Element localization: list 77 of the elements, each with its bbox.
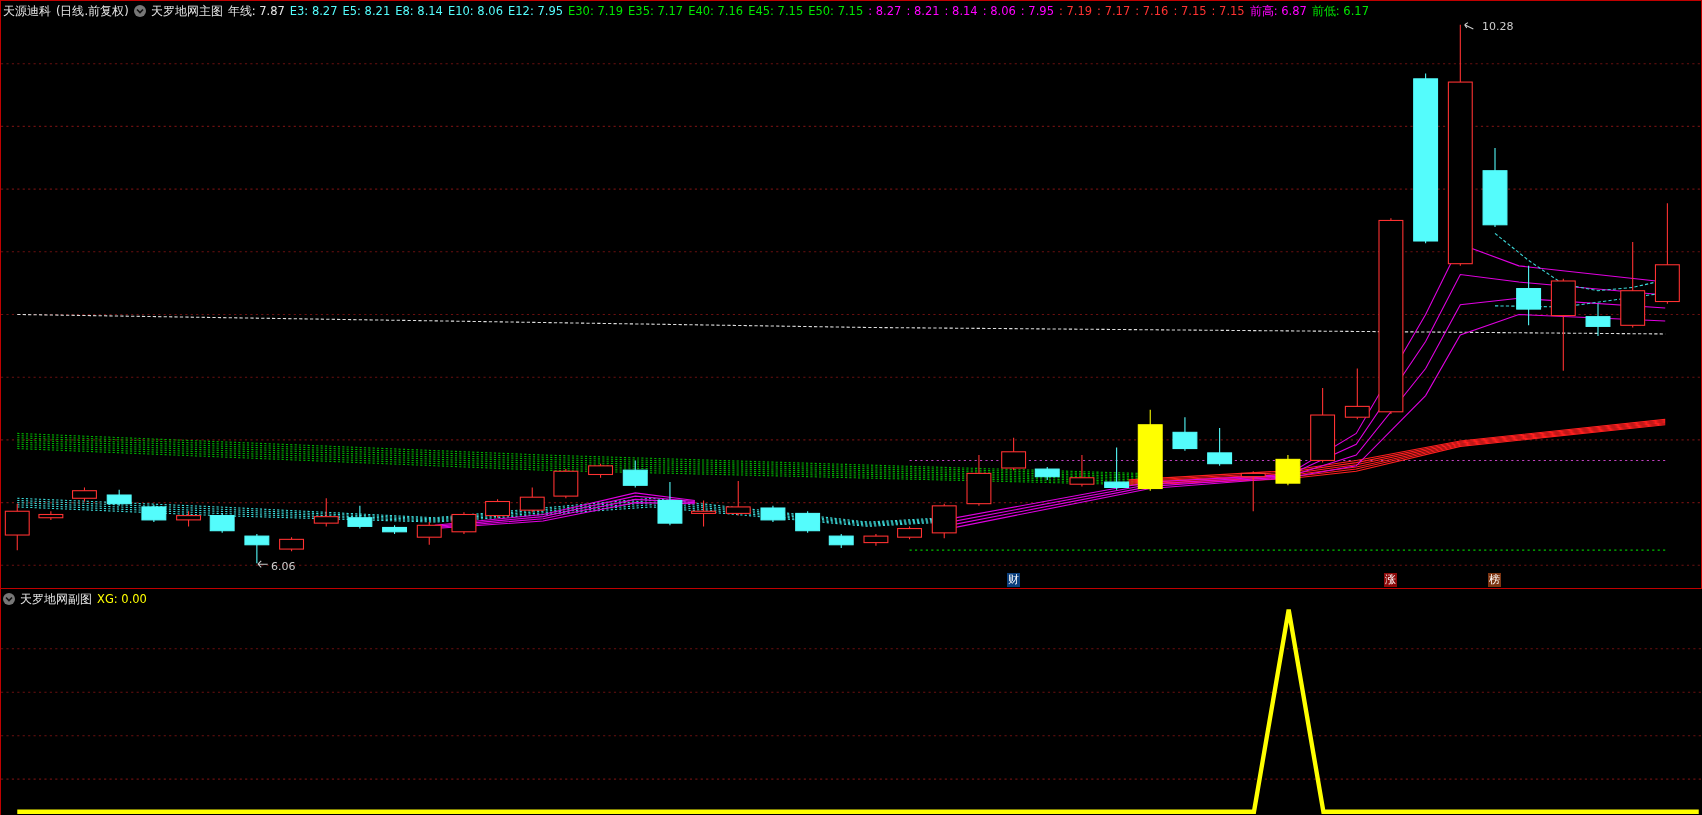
candlestick [244,533,270,564]
indicator-readout: : 8.06 [982,3,1016,19]
indicator-readout: : 7.17 [1097,3,1131,19]
event-marker[interactable]: 涨 [1383,573,1397,587]
low-price-label: 6.06 [271,560,296,574]
indicator-readout: 前低: 6.17 [1311,3,1369,19]
indicator-readout: 年线: 7.87 [227,3,285,19]
candlestick [795,510,821,534]
candlestick [931,503,957,539]
candlestick [1585,303,1611,337]
candlestick [347,505,373,530]
candlestick [588,463,613,479]
candlestick [485,498,511,519]
period-label: (日线.前复权) [56,3,129,19]
candlestick [141,504,167,523]
arrow-icon [257,560,269,568]
stock-name: 天源迪科 [3,3,51,19]
candlestick [1207,427,1233,467]
indicator-readout: 前高: 6.87 [1249,3,1307,19]
candlestick [313,497,339,527]
candlestick [1069,454,1095,487]
candlestick [176,510,202,527]
candlestick [1344,368,1370,420]
indicator-name: 天罗地网主图 [150,3,223,19]
indicator-readout: E35: 7.17 [628,3,684,19]
candlestick [209,512,235,534]
candlestick [657,481,683,526]
dropdown-icon[interactable] [3,593,15,605]
indicator-readout: E50: 7.15 [808,3,864,19]
indicator-readout: : 7.15 [1211,3,1245,19]
candlestick [1034,466,1060,481]
indicator-readout: XG: 0.00 [97,591,147,607]
event-marker[interactable]: 榜 [1487,573,1501,587]
indicator-name: 天罗地网副图 [20,591,92,607]
indicator-readout: E8: 8.14 [395,3,443,19]
indicator-readout: E5: 8.21 [342,3,391,19]
indicator-readout: E45: 7.15 [748,3,804,19]
candlestick [897,525,922,540]
candlestick [553,468,579,499]
candlestick [828,533,854,549]
candlestick [4,503,30,551]
indicator-readout: : 8.14 [944,3,978,19]
high-price-label: 10.28 [1482,20,1514,34]
arrow-icon [1464,22,1474,30]
candlestick [279,536,305,552]
candlestick [72,486,97,503]
candlestick [966,454,992,507]
event-marker[interactable]: 财 [1006,573,1020,587]
candlestick [622,459,648,488]
candlestick [760,505,786,523]
indicator-readout: E30: 7.19 [568,3,624,19]
indicator-readout: E10: 8.06 [447,3,503,19]
indicator-readout: : 7.19 [1058,3,1093,19]
candlestick [1001,437,1027,471]
candlestick [1104,446,1130,491]
candlestick [725,480,751,517]
indicator-readout: : 7.95 [1020,3,1054,19]
candlestick [863,533,889,547]
candlestick [1240,470,1266,512]
candlestick [382,524,408,535]
candlestick [1516,265,1542,326]
dropdown-icon[interactable] [133,5,146,17]
candlestick [416,521,442,546]
indicator-readout: : 7.15 [1173,3,1207,19]
candlestick [1275,454,1301,486]
candlestick [451,511,477,535]
candlestick [691,499,716,527]
candlestick [106,489,132,507]
indicator-readout: E40: 7.16 [688,3,744,19]
indicator-readout: : 8.27 [868,3,902,19]
candlestick [1172,416,1198,452]
indicator-readout: E3: 8.27 [289,3,338,19]
indicator-readout: : 8.21 [906,3,940,19]
indicator-readout: : 7.16 [1135,3,1169,19]
candlestick [519,486,545,513]
indicator-readout: E12: 7.95 [508,3,564,19]
candlestick [38,510,64,521]
